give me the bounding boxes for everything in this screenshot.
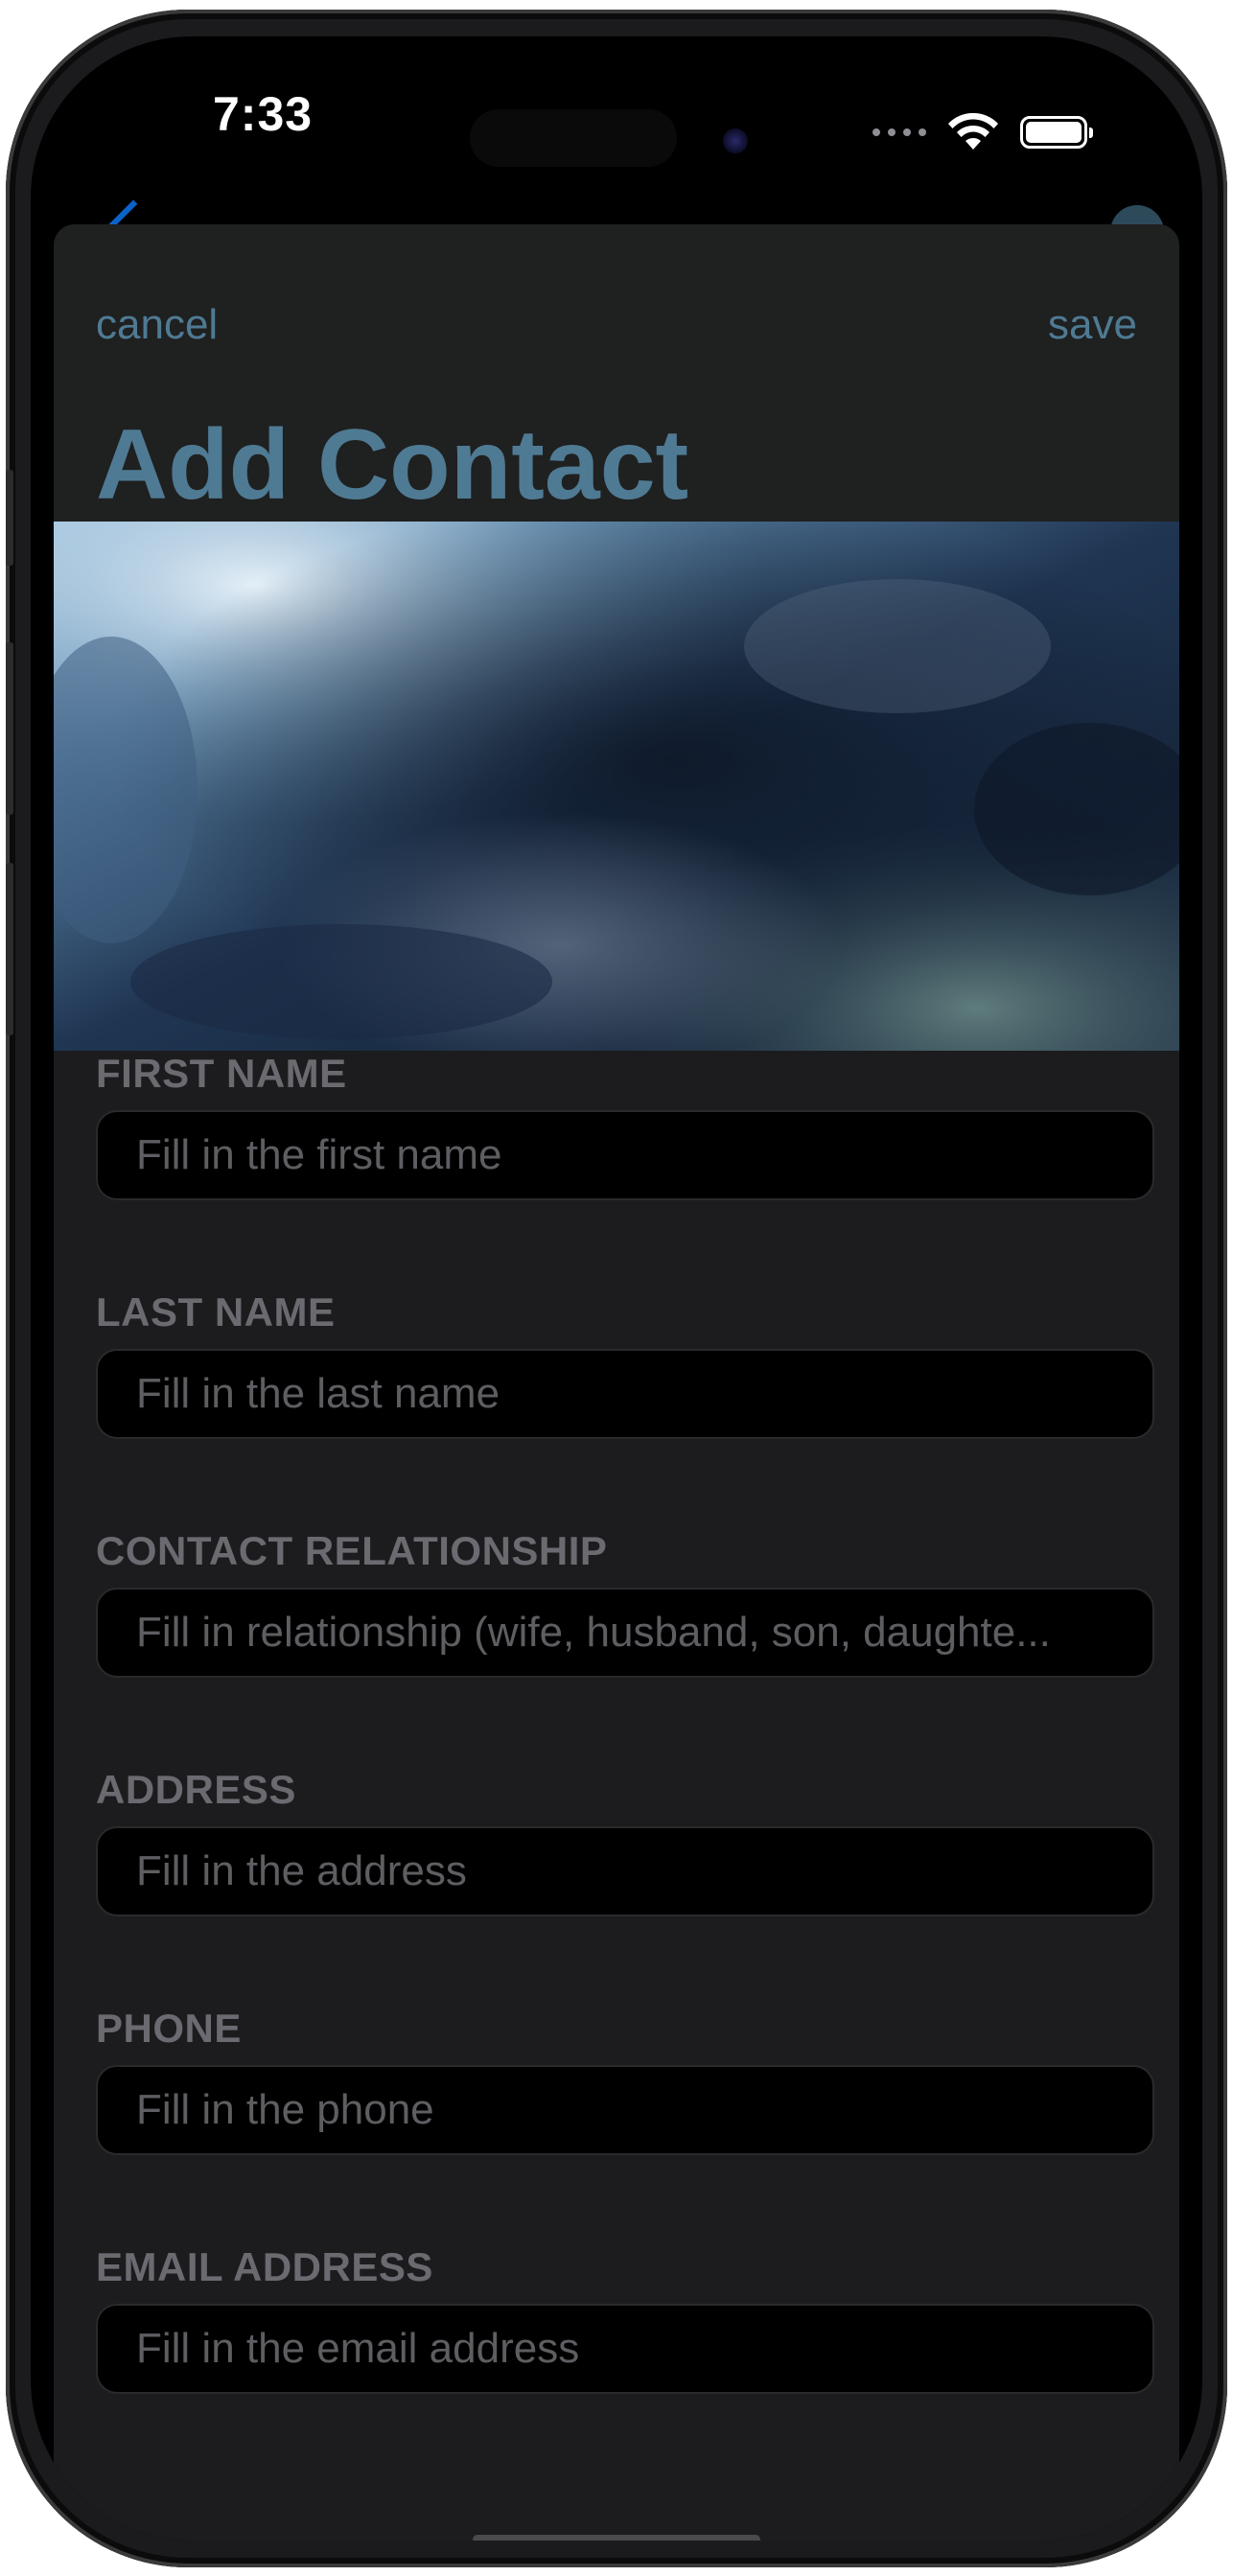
first-name-input-box[interactable] (96, 1110, 1154, 1200)
battery-icon (1020, 116, 1093, 149)
add-contact-sheet: cancel save Add Contact FIRST NAME Fill … (54, 224, 1179, 2541)
dynamic-island (470, 109, 677, 167)
status-icons (872, 113, 1093, 151)
first-name-input[interactable] (136, 1131, 1114, 1179)
status-bar: 7:33 (31, 36, 1202, 228)
screen: 7:33 cancel save Add Contact FIRST NAME … (31, 36, 1202, 2541)
address-input[interactable] (136, 1847, 1114, 1895)
contact-photo[interactable] (54, 522, 1179, 1051)
sheet-header: cancel save Add Contact (54, 224, 1179, 522)
wifi-icon (948, 113, 998, 150)
phone-input-box[interactable] (96, 2065, 1154, 2155)
volume-down-button (6, 863, 13, 1035)
phone-input[interactable] (136, 2086, 1114, 2134)
relationship-input-box[interactable] (96, 1588, 1154, 1678)
address-input-box[interactable] (96, 1826, 1154, 1916)
home-indicator[interactable] (473, 2535, 760, 2541)
relationship-input[interactable] (136, 1609, 1114, 1657)
phone-frame: 7:33 cancel save Add Contact FIRST NAME … (6, 10, 1227, 2567)
action-button (6, 470, 13, 566)
volume-up-button (6, 642, 13, 815)
email-label: EMAIL ADDRESS (96, 2244, 433, 2289)
cancel-button[interactable]: cancel (96, 301, 218, 349)
last-name-input[interactable] (136, 1370, 1114, 1418)
status-time: 7:33 (213, 87, 314, 141)
first-name-label: FIRST NAME (96, 1051, 347, 1096)
email-input-box[interactable] (96, 2304, 1154, 2394)
page-title: Add Contact (96, 409, 689, 521)
cellular-signal-icon (872, 128, 926, 136)
email-input[interactable] (136, 2325, 1114, 2373)
last-name-input-box[interactable] (96, 1349, 1154, 1439)
address-label: ADDRESS (96, 1767, 296, 1812)
relationship-label: CONTACT RELATIONSHIP (96, 1528, 608, 1573)
phone-label: PHONE (96, 2006, 242, 2051)
save-button[interactable]: save (1048, 301, 1137, 349)
front-camera (723, 128, 748, 153)
storm-clouds-photo (54, 522, 1179, 1051)
last-name-label: LAST NAME (96, 1289, 336, 1334)
